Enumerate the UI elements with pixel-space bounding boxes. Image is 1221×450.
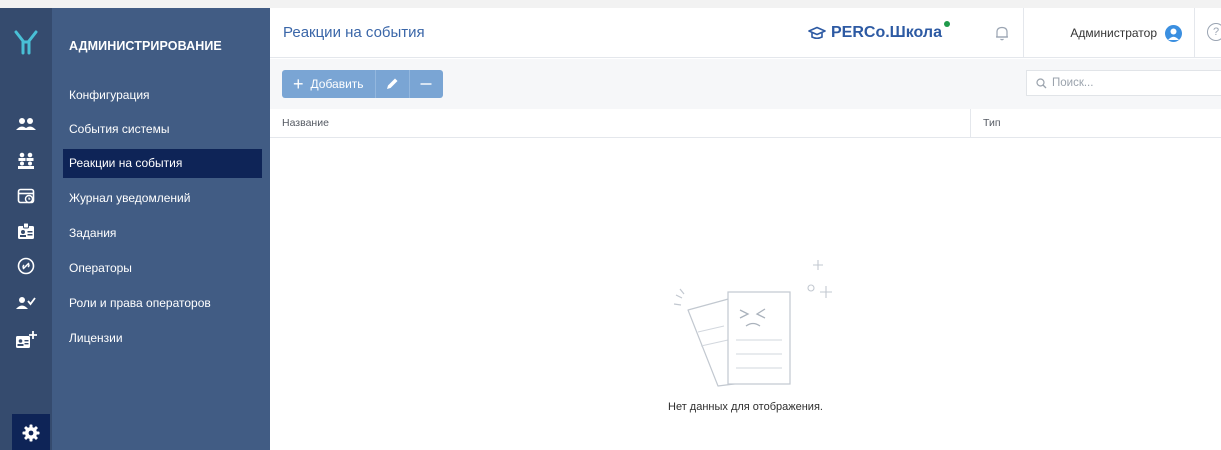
menu-title: АДМИНИСТРИРОВАНИЕ xyxy=(69,39,222,53)
pencil-icon xyxy=(387,78,398,89)
help-button[interactable]: ? xyxy=(1207,23,1221,41)
table-header: Название Тип xyxy=(270,109,1221,138)
menu-item-notification-log[interactable]: Журнал уведомлений xyxy=(63,184,262,213)
menu-item-licenses[interactable]: Лицензии xyxy=(63,324,262,353)
bell-icon xyxy=(995,26,1008,41)
menu-item-system-events[interactable]: События системы xyxy=(63,115,262,144)
add-button-label: Добавить xyxy=(310,77,364,91)
toolbar: + Добавить Поиск... xyxy=(270,59,1221,109)
header: Реакции на события PERCo.Школа Администр… xyxy=(270,8,1221,58)
add-card-icon[interactable] xyxy=(0,322,52,358)
notifications-button[interactable] xyxy=(980,8,1024,58)
schedule-icon[interactable] xyxy=(0,178,52,214)
plus-icon: + xyxy=(293,74,304,94)
users-icon[interactable] xyxy=(0,107,52,143)
avatar-icon xyxy=(1165,24,1182,42)
user-name: Администратор xyxy=(1070,26,1157,40)
empty-state-illustration xyxy=(673,260,832,387)
top-strip xyxy=(0,0,1221,8)
minus-icon xyxy=(420,83,432,85)
brand-logo[interactable]: PERCo.Школа xyxy=(808,21,950,44)
app-window: АДМИНИСТРИРОВАНИЕ Конфигурация События с… xyxy=(0,0,1221,450)
admin-menu: АДМИНИСТРИРОВАНИЕ Конфигурация События с… xyxy=(52,8,270,450)
groups-icon[interactable] xyxy=(0,143,52,179)
edit-button[interactable] xyxy=(374,70,409,98)
badge-icon[interactable] xyxy=(0,213,52,249)
add-button[interactable]: + Добавить xyxy=(282,70,375,98)
graduation-cap-icon xyxy=(808,26,826,40)
menu-item-tasks[interactable]: Задания xyxy=(63,219,262,248)
action-buttons: + Добавить xyxy=(282,70,443,98)
menu-item-event-reactions[interactable]: Реакции на события xyxy=(63,149,262,178)
table-body: Нет данных для отображения. xyxy=(270,138,1221,450)
status-dot xyxy=(943,21,950,27)
column-header-type[interactable]: Тип xyxy=(970,109,1221,138)
icon-rail xyxy=(0,8,52,450)
column-header-name[interactable]: Название xyxy=(270,109,970,138)
settings-icon[interactable] xyxy=(12,414,50,450)
logo-icon[interactable] xyxy=(0,8,52,76)
delete-button[interactable] xyxy=(408,70,443,98)
menu-item-configuration[interactable]: Конфигурация xyxy=(63,81,262,110)
search-icon xyxy=(1036,77,1047,88)
brand-name: PERCo.Школа xyxy=(831,24,942,41)
menu-item-operator-roles[interactable]: Роли и права операторов xyxy=(63,289,262,318)
page-title: Реакции на события xyxy=(283,24,425,41)
search-placeholder: Поиск... xyxy=(1052,77,1094,89)
access-icon[interactable] xyxy=(0,248,52,284)
verified-user-icon[interactable] xyxy=(0,284,52,320)
empty-state-message: Нет данных для отображения. xyxy=(668,401,823,413)
user-menu[interactable]: Администратор xyxy=(1024,8,1195,58)
menu-item-operators[interactable]: Операторы xyxy=(63,254,262,283)
search-input[interactable]: Поиск... xyxy=(1026,70,1221,96)
